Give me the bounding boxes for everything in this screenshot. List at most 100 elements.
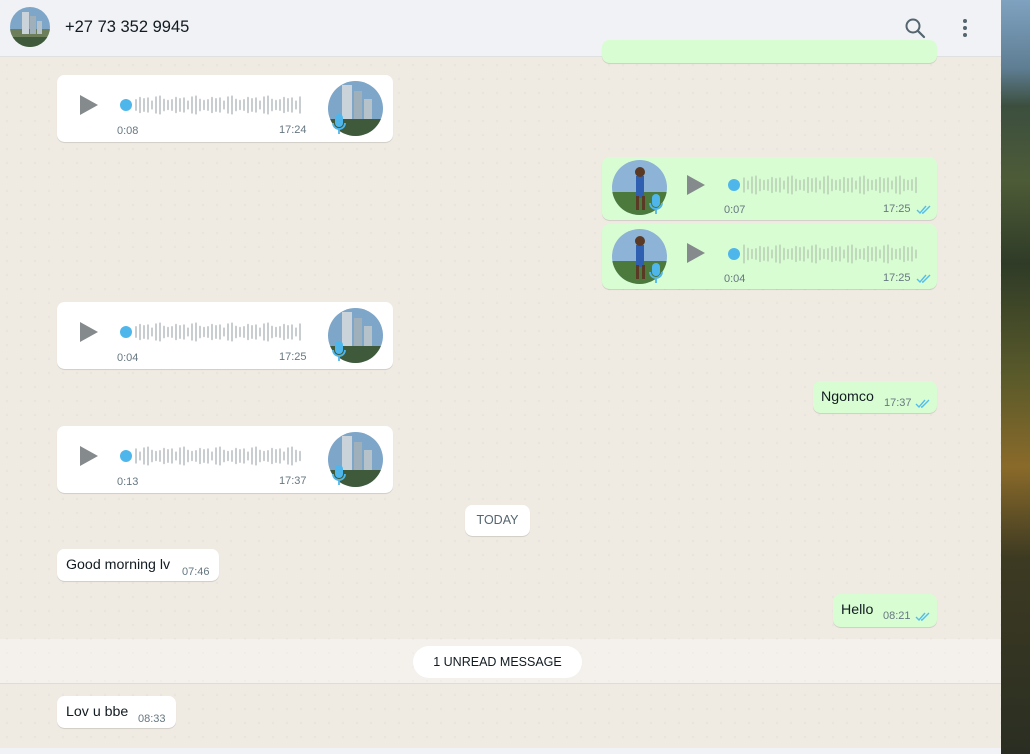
- menu-icon[interactable]: [953, 16, 977, 40]
- waveform-bar: [827, 248, 829, 260]
- waveform-bar: [223, 327, 225, 337]
- waveform-bar: [887, 177, 889, 193]
- waveform-bar: [279, 326, 281, 338]
- message-time: 08:33: [138, 713, 166, 725]
- waveform-bar: [235, 447, 237, 465]
- waveform-bar: [871, 247, 873, 261]
- waveform-bar: [747, 247, 749, 261]
- waveform-bar: [855, 247, 857, 261]
- audio-waveform[interactable]: [120, 445, 302, 467]
- voice-duration: 0:07: [724, 204, 746, 216]
- voice-message: 0:13 17:37: [57, 426, 393, 493]
- text-message: Good morning lv 07:46: [57, 549, 219, 581]
- message-text: Hello: [841, 602, 874, 618]
- waveform-bar: [271, 447, 273, 465]
- waveform-bar: [759, 178, 761, 192]
- waveform-bar: [203, 449, 205, 463]
- waveform-bar: [211, 323, 213, 341]
- waveform-bar: [895, 176, 897, 194]
- waveform-bar: [823, 176, 825, 194]
- voice-message: 0:04 17:25: [602, 224, 937, 289]
- message-text: Ngomco: [821, 389, 874, 405]
- microphone-icon: [649, 263, 663, 283]
- waveform-bar: [231, 450, 233, 462]
- waveform-bar: [863, 248, 865, 260]
- waveform-bar: [207, 99, 209, 111]
- message-time: 17:37: [279, 475, 307, 487]
- waveform-bar: [803, 246, 805, 262]
- read-ticks-icon: [915, 399, 930, 409]
- waveform-bar: [295, 100, 297, 110]
- contact-name[interactable]: +27 73 352 9945: [65, 18, 189, 37]
- waveform-bar: [867, 245, 869, 263]
- play-button[interactable]: [683, 241, 707, 265]
- play-button[interactable]: [76, 320, 100, 344]
- waveform-bar: [811, 245, 813, 263]
- waveform-bar: [227, 96, 229, 114]
- waveform-bar: [771, 176, 773, 194]
- waveform-bar: [819, 180, 821, 190]
- waveform-bar: [751, 176, 753, 194]
- waveform-bar: [175, 451, 177, 461]
- waveform-bar: [891, 247, 893, 261]
- contact-avatar[interactable]: [10, 7, 50, 47]
- audio-waveform[interactable]: [728, 174, 918, 196]
- waveform-bar: [907, 179, 909, 191]
- text-message: Lov u bbe 08:33: [57, 696, 176, 728]
- waveform-bar: [171, 448, 173, 464]
- waveform-bar: [195, 95, 197, 115]
- waveform-bar: [139, 323, 141, 341]
- waveform-bar: [795, 245, 797, 263]
- waveform-bar: [763, 179, 765, 191]
- whatsapp-chat-window: +27 73 352 9945 0:08 17:24 0:07 17:25 0:…: [0, 0, 1001, 754]
- text-message: Hello 08:21: [833, 594, 937, 627]
- message-text: Good morning lv: [66, 557, 171, 573]
- waveform-bar: [167, 326, 169, 338]
- waveform-bar: [191, 96, 193, 114]
- audio-waveform[interactable]: [728, 243, 918, 265]
- waveform-bar: [155, 96, 157, 114]
- waveform-bar: [823, 248, 825, 260]
- voice-message: 0:04 17:25: [57, 302, 393, 369]
- waveform-bar: [267, 450, 269, 462]
- waveform-bar: [775, 178, 777, 192]
- waveform-bar: [143, 98, 145, 112]
- waveform-bar: [175, 96, 177, 114]
- play-button[interactable]: [683, 173, 707, 197]
- message-time: 07:46: [182, 566, 210, 578]
- unread-divider: 1 UNREAD MESSAGE: [413, 646, 582, 678]
- play-button[interactable]: [76, 93, 100, 117]
- waveform-bar: [211, 451, 213, 461]
- waveform-bar: [239, 326, 241, 338]
- waveform-bar: [195, 450, 197, 462]
- play-button[interactable]: [76, 444, 100, 468]
- voice-duration: 0:04: [724, 273, 746, 285]
- audio-waveform[interactable]: [120, 94, 302, 116]
- waveform-bar: [807, 249, 809, 259]
- waveform-bar: [163, 325, 165, 339]
- waveform-bar: [911, 246, 913, 262]
- waveform-bar: [147, 446, 149, 466]
- waveform-bar: [887, 244, 889, 264]
- waveform-bar: [883, 178, 885, 192]
- waveform-bar: [159, 450, 161, 462]
- waveform-bar: [235, 325, 237, 339]
- waveform-bar: [179, 98, 181, 112]
- waveform-bar: [275, 326, 277, 338]
- waveform-bar: [795, 178, 797, 192]
- waveform-bar: [151, 327, 153, 337]
- waveform-bar: [815, 177, 817, 193]
- waveform-bar: [291, 446, 293, 466]
- waveform-bar: [235, 98, 237, 112]
- waveform-bar: [163, 98, 165, 112]
- waveform-bar: [287, 98, 289, 112]
- waveform-bar: [263, 323, 265, 341]
- waveform-bar: [179, 447, 181, 465]
- waveform-bar: [239, 449, 241, 463]
- waveform-bar: [247, 323, 249, 341]
- waveform-bar: [907, 247, 909, 261]
- search-icon[interactable]: [903, 16, 927, 40]
- waveform-bar: [911, 179, 913, 191]
- waveform-bar: [791, 175, 793, 195]
- audio-waveform[interactable]: [120, 321, 302, 343]
